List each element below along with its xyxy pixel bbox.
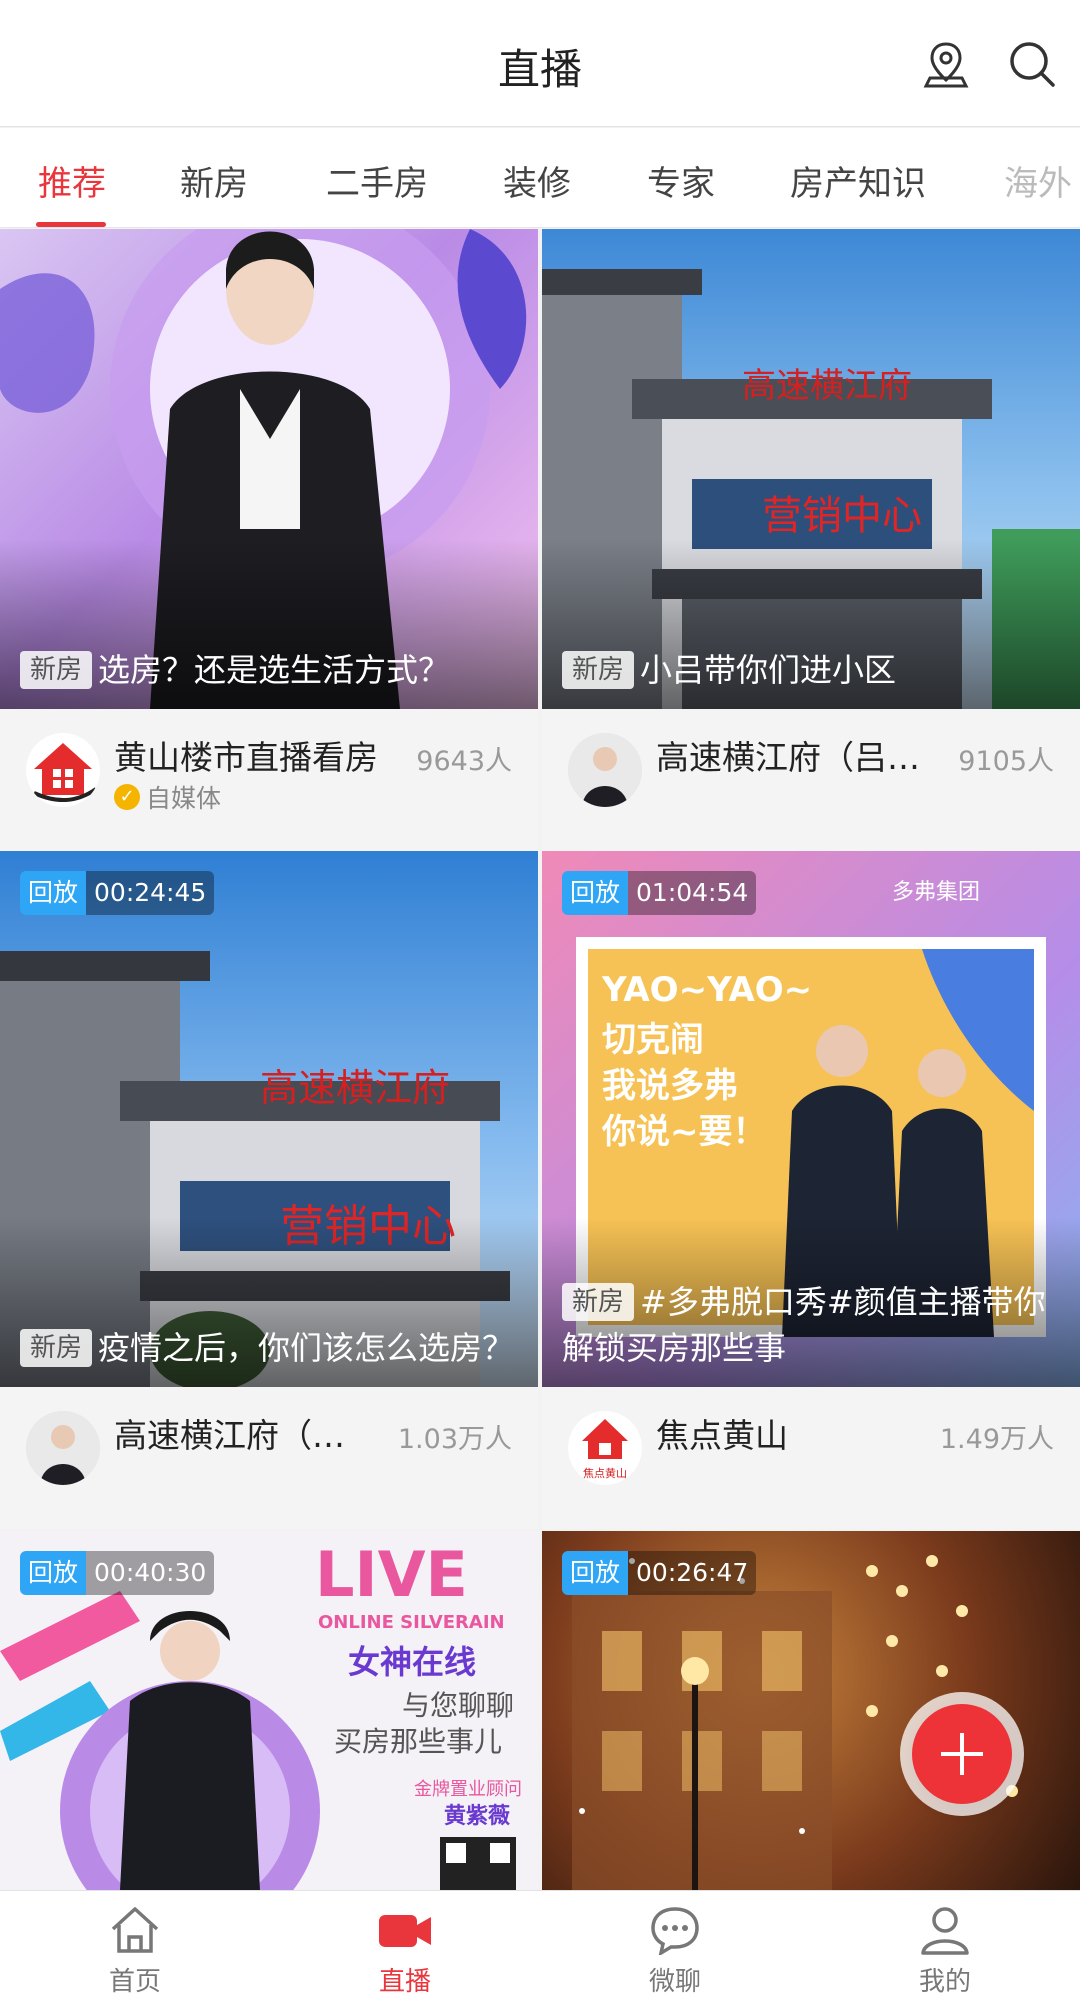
card-caption: 新房 #多弗脱口秀#颜值主播带你解锁买房那些事	[562, 1279, 1062, 1371]
location-icon[interactable]	[920, 38, 972, 90]
card-meta[interactable]: 高速横江府（… 1.03万人	[0, 1387, 538, 1529]
card-title: 选房？还是选生活方式？	[98, 651, 451, 689]
bottom-nav: 首页 直播 微聊 我的	[0, 1890, 1080, 2001]
viewer-count: 9105人	[958, 746, 1054, 777]
nav-home[interactable]: 首页	[0, 1891, 270, 2001]
tab-property-knowledge[interactable]: 房产知识	[790, 156, 926, 205]
poster-line-1: 切克闹	[602, 1020, 704, 1060]
card-meta[interactable]: 焦点黄山 焦点黄山 1.49万人	[542, 1387, 1080, 1529]
poster-line-3: 你说~要！	[601, 1112, 767, 1152]
nav-profile-label: 我的	[918, 1967, 971, 1997]
viewer-count: 9643人	[416, 746, 512, 777]
anchor-name[interactable]: 高速横江府（…	[114, 1409, 404, 1457]
host-avatar-image	[568, 733, 642, 807]
anchor-type: ✓ 自媒体	[114, 779, 221, 815]
card-caption: 新房 小吕带你们进小区	[562, 647, 1062, 693]
avatar-logo-text: 焦点黄山	[583, 1466, 627, 1480]
card-thumbnail[interactable]: LIVE ONLINE SILVERAIN 女神在线 与您聊聊 买房那些事儿 金…	[0, 1531, 538, 1890]
create-live-button[interactable]	[912, 1704, 1012, 1804]
viewer-count: 1.03万人	[397, 1424, 512, 1455]
verified-badge-icon: ✓	[114, 784, 140, 810]
avatar[interactable]	[26, 1411, 100, 1485]
card-thumbnail[interactable]: 高速横江府 营销中心 回放 00:24:45 新房疫情之后，你们该怎么选房？	[0, 851, 538, 1387]
replay-duration: 00:24:45	[86, 871, 215, 915]
viewer-count: 1.49万人	[939, 1424, 1054, 1455]
house-logo-icon	[33, 743, 98, 803]
anchor-name[interactable]: 高速横江府（吕…	[656, 731, 946, 779]
live-word: LIVE	[315, 1538, 468, 1611]
page-title: 直播	[497, 45, 582, 94]
live-subtitle: ONLINE SILVERAIN	[318, 1612, 505, 1633]
tab-new-house[interactable]: 新房	[180, 156, 248, 205]
tab-recommend[interactable]: 推荐	[38, 156, 106, 205]
replay-badge: 回放 01:04:54	[562, 871, 757, 915]
poster-brand: 多弗集团	[892, 880, 980, 905]
anchor-type-label: 自媒体	[146, 784, 222, 813]
replay-badge: 回放 00:24:45	[20, 871, 215, 915]
card-title: #多弗脱口秀#颜值主播带你解锁买房那些事	[562, 1283, 1046, 1367]
card-thumbnail[interactable]: YAO~YAO~ 切克闹 我说多弗 你说~要！ 多弗集团 回放 01:04:54…	[542, 851, 1080, 1387]
replay-label: 回放	[20, 871, 87, 915]
category-tag: 新房	[20, 651, 93, 689]
card-meta[interactable]: 高速横江府（吕… 9105人	[542, 709, 1080, 851]
avatar[interactable]	[26, 733, 100, 807]
replay-duration: 00:40:30	[86, 1551, 215, 1595]
category-tabs: 推荐 新房 二手房 装修 专家 房产知识 海外	[0, 128, 1080, 228]
live-role: 金牌置业顾问	[414, 1779, 522, 1800]
user-icon	[921, 1907, 969, 1955]
replay-badge: 回放 00:26:47	[562, 1551, 757, 1595]
tab-active-indicator	[36, 222, 106, 227]
poster-line-2: 我说多弗	[602, 1066, 738, 1106]
category-tag: 新房	[562, 1283, 635, 1321]
live-title: 女神在线	[348, 1643, 476, 1681]
card-caption: 新房 疫情之后，你们该怎么选房？	[20, 1325, 520, 1371]
tab-second-hand[interactable]: 二手房	[326, 156, 428, 205]
live-person: 黄紫薇	[444, 1803, 510, 1829]
card-thumbnail[interactable]: 高速横江府 营销中心 新房 小吕带你们进小区	[542, 229, 1080, 709]
anchor-name[interactable]: 焦点黄山	[656, 1409, 946, 1457]
host-avatar-image	[26, 1411, 100, 1485]
chat-bubble-icon	[651, 1907, 699, 1955]
live-feed[interactable]: 新房 选房？还是选生活方式？ 黄山楼市直播看房 ✓ 自媒体 9643人 高速横江…	[0, 229, 1080, 1890]
search-icon[interactable]	[1006, 38, 1058, 90]
nav-chat[interactable]: 微聊	[540, 1891, 810, 2001]
live-line-2: 买房那些事儿	[334, 1725, 502, 1758]
replay-duration: 00:26:47	[628, 1551, 757, 1595]
card-title: 疫情之后，你们该怎么选房？	[98, 1329, 515, 1367]
card-thumbnail[interactable]: 回放 00:26:47	[542, 1531, 1080, 1890]
tab-experts[interactable]: 专家	[647, 156, 715, 205]
replay-label: 回放	[562, 871, 629, 915]
building-sign-top: 高速横江府	[260, 1066, 450, 1110]
poster-yao-text: YAO~YAO~	[601, 970, 812, 1010]
jiaodian-logo-icon: 焦点黄山	[582, 1419, 628, 1480]
anchor-name[interactable]: 黄山楼市直播看房	[114, 731, 404, 779]
home-icon	[111, 1907, 159, 1953]
card-thumbnail[interactable]: 新房 选房？还是选生活方式？	[0, 229, 538, 709]
nav-home-label: 首页	[108, 1967, 161, 1997]
category-tag: 新房	[562, 651, 635, 689]
replay-label: 回放	[20, 1551, 87, 1595]
card-meta[interactable]: 黄山楼市直播看房 ✓ 自媒体 9643人	[0, 709, 538, 851]
tab-overseas[interactable]: 海外	[1004, 156, 1072, 205]
avatar[interactable]: 焦点黄山	[568, 1411, 642, 1485]
nav-live-label: 直播	[378, 1967, 431, 1997]
top-bar: 直播	[0, 0, 1080, 127]
replay-duration: 01:04:54	[628, 871, 757, 915]
avatar[interactable]	[568, 733, 642, 807]
nav-chat-label: 微聊	[648, 1967, 701, 1997]
tab-decoration[interactable]: 装修	[503, 156, 571, 205]
video-camera-icon	[379, 1915, 431, 1947]
replay-badge: 回放 00:40:30	[20, 1551, 215, 1595]
building-sign-top: 高速横江府	[742, 366, 912, 406]
nav-profile[interactable]: 我的	[810, 1891, 1080, 2001]
category-tag: 新房	[20, 1329, 93, 1367]
card-caption: 新房 选房？还是选生活方式？	[20, 647, 520, 693]
card-title: 小吕带你们进小区	[640, 651, 897, 689]
nav-live[interactable]: 直播	[270, 1891, 540, 2001]
live-line-1: 与您聊聊	[402, 1689, 514, 1722]
building-sign-bottom: 营销中心	[762, 493, 922, 539]
replay-label: 回放	[562, 1551, 629, 1595]
